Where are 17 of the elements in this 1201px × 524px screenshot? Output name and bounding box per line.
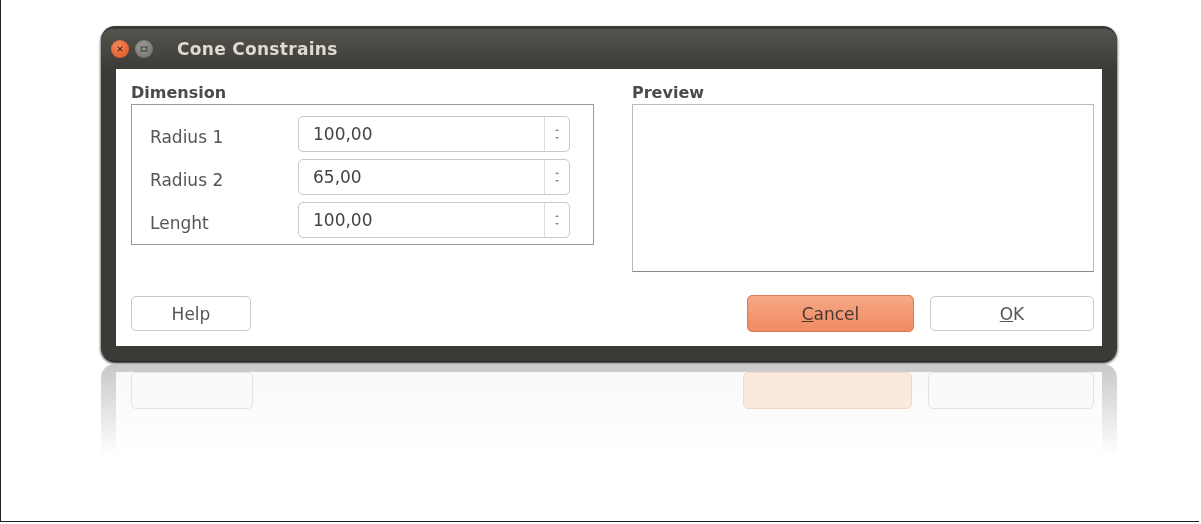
- field-label: Radius 1: [150, 126, 225, 147]
- close-icon[interactable]: [111, 40, 129, 58]
- dialog-button[interactable]: Help: [131, 296, 251, 331]
- number-spinbox[interactable]: 100,00: [298, 202, 570, 238]
- field-label: Radius 2: [150, 169, 225, 190]
- section-title: Preview: [632, 83, 705, 102]
- dialog-button[interactable]: Cancel: [747, 295, 914, 332]
- spin-arrows-icon[interactable]: [553, 126, 561, 142]
- spin-arrows-icon[interactable]: [553, 169, 561, 185]
- window-title: Cone Constrains: [177, 39, 338, 59]
- number-spinbox[interactable]: 100,00: [298, 116, 570, 152]
- maximize-icon[interactable]: [135, 40, 153, 58]
- field-label: Lenght: [150, 212, 210, 233]
- dialog-button[interactable]: OK: [930, 296, 1094, 331]
- spin-arrows-icon[interactable]: [553, 212, 561, 228]
- section-title: Dimension: [131, 83, 228, 102]
- number-spinbox[interactable]: 65,00: [298, 159, 570, 195]
